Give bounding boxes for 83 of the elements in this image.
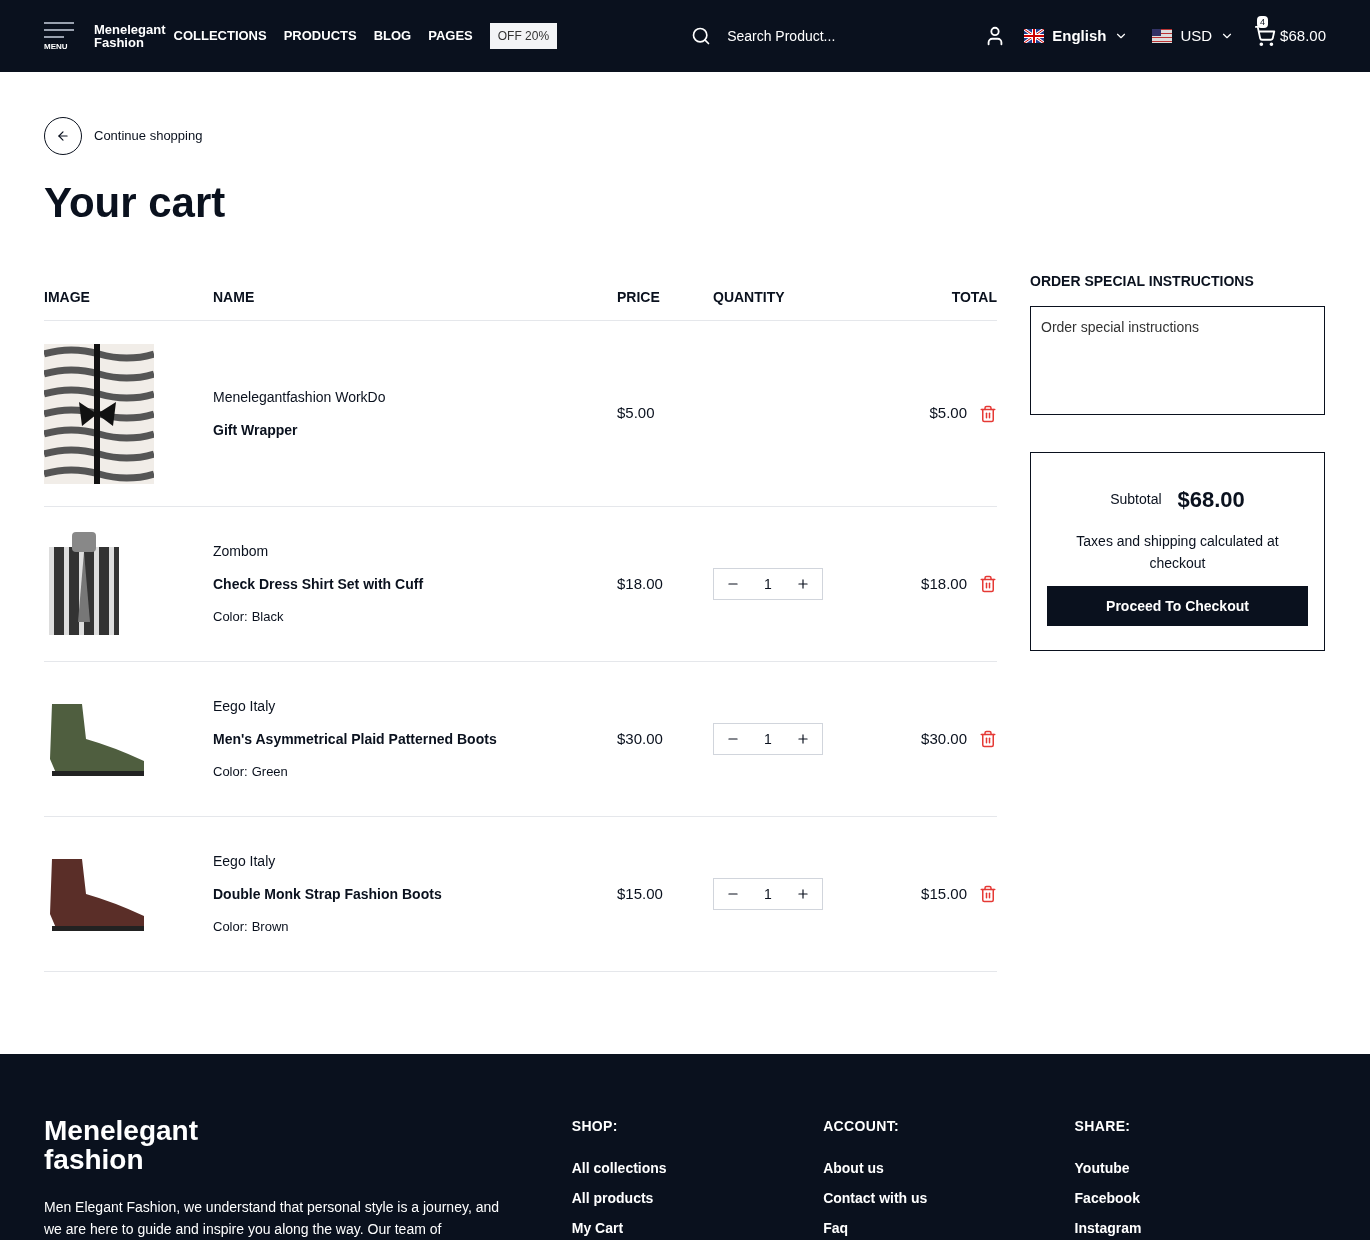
trash-icon <box>979 575 997 593</box>
product-name[interactable]: Gift Wrapper <box>213 419 617 441</box>
quantity-value[interactable]: 1 <box>764 883 772 905</box>
nav-link[interactable]: PAGES <box>428 26 473 46</box>
increase-button[interactable] <box>796 887 810 901</box>
tax-note: Taxes and shipping calculated at checkout <box>1075 532 1280 573</box>
search-icon <box>691 26 712 46</box>
continue-shopping-link[interactable]: Continue shopping <box>94 126 203 146</box>
cart-count-badge: 4 <box>1257 16 1269 28</box>
line-total: $5.00 <box>929 403 967 424</box>
product-name[interactable]: Double Monk Strap Fashion Boots <box>213 884 617 906</box>
remove-button[interactable] <box>979 730 997 748</box>
footer-link[interactable]: Faq <box>823 1219 1075 1237</box>
nav-link[interactable]: BLOG <box>373 26 412 46</box>
footer-link[interactable]: My Cart <box>571 1219 824 1237</box>
line-total: $18.00 <box>921 573 967 594</box>
footer-link[interactable]: Facebook <box>1074 1189 1326 1207</box>
currency-select[interactable]: USD <box>1152 24 1235 48</box>
footer-heading: SHARE: <box>1074 1117 1132 1136</box>
search-field[interactable]: Search Product... <box>727 25 928 47</box>
column-header: TOTAL <box>950 288 997 307</box>
option-value: Black <box>251 608 284 627</box>
column-header: PRICE <box>617 288 661 307</box>
product-price: $30.00 <box>617 728 664 749</box>
cart-total[interactable]: $68.00 <box>1280 24 1326 48</box>
plus-icon <box>796 732 810 746</box>
footer-link[interactable]: Instagram <box>1074 1219 1326 1237</box>
page-title: Your cart <box>44 179 227 227</box>
option-value: Green <box>251 763 288 782</box>
flag-icon <box>1152 29 1173 43</box>
product-vendor: Eego Italy <box>213 852 277 872</box>
cart-icon <box>1254 25 1277 47</box>
footer-link[interactable]: All collections <box>571 1159 824 1177</box>
subtotal-value: $68.00 <box>1177 486 1245 514</box>
plus-icon <box>796 887 810 901</box>
footer-link[interactable]: About us <box>823 1159 1075 1177</box>
option-label: Color: <box>213 608 248 627</box>
increase-button[interactable] <box>796 732 810 746</box>
option-value: Brown <box>251 918 289 937</box>
line-total: $30.00 <box>921 728 967 749</box>
footer-heading: SHOP: <box>571 1117 619 1136</box>
remove-button[interactable] <box>979 575 997 593</box>
trash-icon <box>979 885 997 903</box>
product-price: $18.00 <box>617 573 664 594</box>
nav-link[interactable]: COLLECTIONS <box>173 26 267 46</box>
instructions-heading: ORDER SPECIAL INSTRUCTIONS <box>1030 272 1255 291</box>
trash-icon <box>979 404 997 423</box>
footer-brand: Menelegant fashion <box>44 1116 200 1174</box>
subtotal-label: Subtotal <box>1110 490 1162 509</box>
instructions-field[interactable]: Order special instructions <box>1030 306 1325 415</box>
plus-icon <box>796 577 810 591</box>
footer-link[interactable]: Youtube <box>1074 1159 1326 1177</box>
column-header: QUANTITY <box>713 288 786 307</box>
nav-link[interactable]: PRODUCTS <box>283 26 357 46</box>
line-total: $15.00 <box>921 883 967 904</box>
quantity-value[interactable]: 1 <box>764 573 772 595</box>
language-select[interactable]: English <box>1024 24 1129 48</box>
option-label: Color: <box>213 918 248 937</box>
product-price: $5.00 <box>617 403 656 424</box>
quantity-value[interactable]: 1 <box>764 728 772 750</box>
flag-icon <box>1024 29 1045 43</box>
product-vendor: Zombom <box>213 542 270 562</box>
remove-button[interactable] <box>979 404 997 423</box>
option-label: Color: <box>213 763 248 782</box>
footer-link[interactable]: All products <box>571 1189 824 1207</box>
product-name[interactable]: Check Dress Shirt Set with Cuff <box>213 574 617 596</box>
menu-label: MENU <box>44 42 68 51</box>
menu-button[interactable]: MENU <box>44 21 74 51</box>
column-header: NAME <box>213 288 256 307</box>
promo-badge[interactable]: OFF 20% <box>489 23 558 49</box>
remove-button[interactable] <box>979 885 997 903</box>
footer-about: Men Elegant Fashion, we understand that personal style is a journey, and we are here to guide and inspire you along the way. Our team of <box>44 1198 500 1239</box>
product-name[interactable]: Men's Asymmetrical Plaid Patterned Boots <box>213 729 617 751</box>
checkout-button[interactable]: Proceed To Checkout <box>1047 586 1308 626</box>
product-vendor: Menelegantfashion WorkDo <box>213 387 387 407</box>
product-vendor: Eego Italy <box>213 697 277 717</box>
product-price: $15.00 <box>617 883 664 904</box>
increase-button[interactable] <box>796 577 810 591</box>
footer-heading: ACCOUNT: <box>823 1117 901 1136</box>
column-header: IMAGE <box>44 288 91 307</box>
brand-logo[interactable]: Menelegant Fashion <box>94 23 166 49</box>
trash-icon <box>979 730 997 748</box>
footer-link[interactable]: Contact with us <box>823 1189 1075 1207</box>
